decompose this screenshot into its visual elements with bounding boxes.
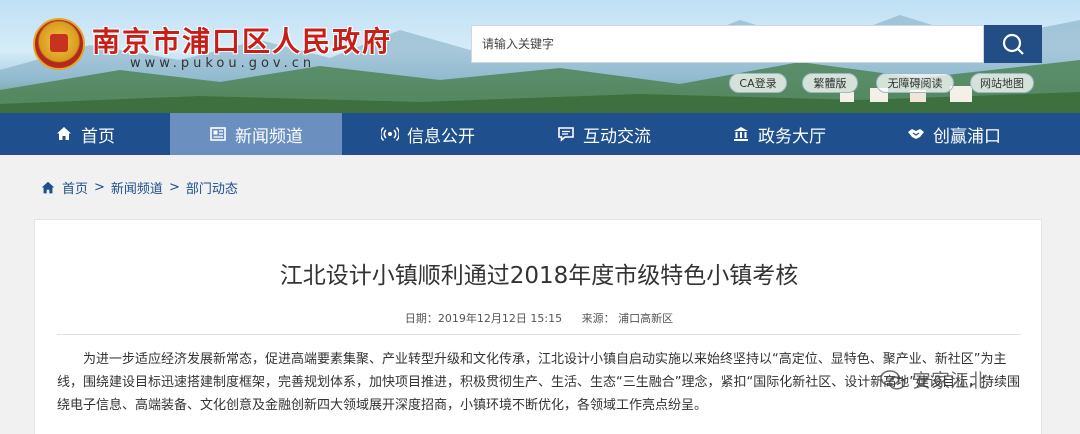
handshake-icon (908, 129, 924, 139)
main-nav: 首页 新闻频道 信息公开 互动交流 政务大厅 创赢浦口 (0, 113, 1080, 155)
nav-label: 政务大厅 (758, 126, 826, 147)
breadcrumb-separator: > (94, 180, 105, 195)
breadcrumb-separator: > (168, 180, 180, 195)
wechat-watermark: 安家江北 (880, 366, 988, 393)
article-title: 江北设计小镇顺利通过2018年度市级特色小镇考核 (279, 263, 799, 289)
nav-item-service-hall[interactable]: 政务大厅 (694, 113, 864, 155)
building-icon (734, 127, 748, 141)
site-header: 南京市浦口区人民政府 www.pukou.gov.cn CA登录 繁體版 无障碍… (0, 0, 1080, 113)
accessibility-link[interactable]: 无障碍阅读 (876, 73, 954, 93)
wechat-icon (880, 369, 906, 390)
nav-item-interaction[interactable]: 互动交流 (514, 113, 694, 155)
nav-label: 信息公开 (407, 126, 475, 147)
nav-item-news[interactable]: 新闻频道 (170, 113, 342, 155)
home-icon[interactable] (40, 180, 56, 196)
article-meta: 日期：2019年12月12日 15:15 来源： 浦口高新区 (35, 310, 1043, 326)
broadcast-icon (381, 126, 399, 142)
nav-label: 首页 (81, 126, 115, 147)
article-card: 江北设计小镇顺利通过2018年度市级特色小镇考核 日期：2019年12月12日 … (34, 219, 1042, 434)
breadcrumb-dept-news-link[interactable]: 部门动态 (186, 178, 238, 197)
breadcrumb-home-link[interactable]: 首页 (62, 178, 88, 197)
nav-label: 互动交流 (583, 126, 651, 147)
traditional-chinese-link[interactable]: 繁體版 (802, 73, 858, 93)
site-url: www.pukou.gov.cn (130, 56, 316, 71)
divider (57, 334, 1021, 335)
article-body: 为进一步适应经济发展新常态，促进高端要素集聚、产业转型升级和文化传承，江北设计小… (57, 352, 1020, 413)
nav-label: 新闻频道 (235, 126, 303, 147)
nav-item-win-pukou[interactable]: 创赢浦口 (864, 113, 1044, 155)
ca-login-link[interactable]: CA登录 (729, 73, 787, 93)
nav-item-home[interactable]: 首页 (0, 113, 170, 155)
breadcrumb: 首页 > 新闻频道 > 部门动态 (40, 178, 238, 197)
article-date: 日期：2019年12月12日 15:15 (404, 312, 563, 325)
home-icon (57, 127, 71, 140)
breadcrumb-news-link[interactable]: 新闻频道 (111, 178, 163, 197)
search-input[interactable] (471, 25, 984, 63)
search-button[interactable] (984, 25, 1042, 63)
chat-icon (558, 127, 574, 142)
search-icon (1002, 33, 1024, 55)
nav-label: 创赢浦口 (933, 126, 1001, 147)
sitemap-link[interactable]: 网站地图 (970, 73, 1034, 93)
national-emblem-logo[interactable] (33, 18, 85, 70)
nav-item-info-disclosure[interactable]: 信息公开 (342, 113, 514, 155)
watermark-text: 安家江北 (912, 370, 989, 392)
newspaper-icon (210, 127, 226, 141)
article-source: 来源： 浦口高新区 (581, 312, 674, 325)
site-title[interactable]: 南京市浦口区人民政府 (92, 20, 392, 60)
